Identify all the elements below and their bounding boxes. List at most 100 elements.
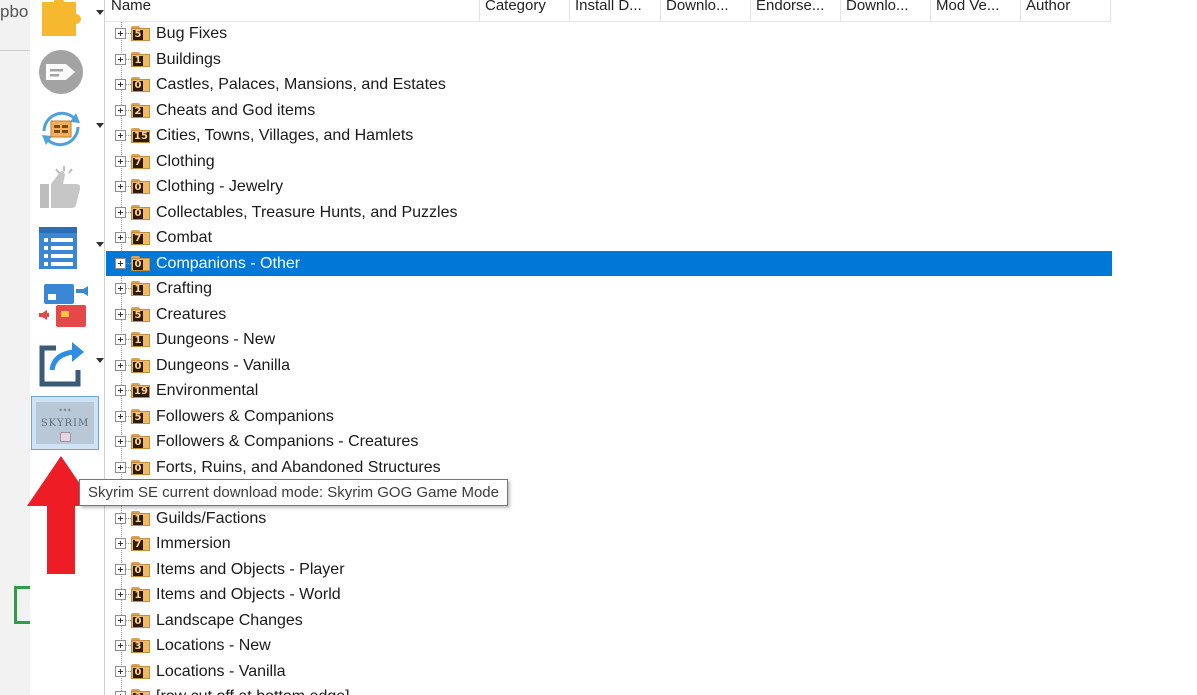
expand-plus-icon[interactable] [115,614,126,626]
expand-plus-icon[interactable] [115,538,126,549]
green-highlight-box [14,586,30,624]
category-row[interactable]: 0 Followers & Companions - Creatures [106,429,1112,455]
expand-plus-icon[interactable] [115,461,126,473]
column-header-bar: Name Category Install D... Downlo... End… [106,0,1111,22]
list-view-icon [39,227,77,269]
column-header-name[interactable]: Name [106,0,480,21]
column-header-download-1[interactable]: Downlo... [661,0,751,21]
expand-plus-icon[interactable] [115,334,126,345]
expand-plus-icon[interactable] [115,589,126,600]
category-row[interactable]: 7 Immersion [106,531,1112,557]
category-label: Clothing - Jewelry [156,178,284,195]
chevron-down-icon[interactable] [96,10,104,15]
column-header-download-2[interactable]: Downlo... [841,0,931,21]
category-tree-list[interactable]: Name Category Install D... Downlo... End… [106,0,1197,695]
category-label: Guilds/Factions [156,509,267,527]
list-view-button[interactable] [36,224,104,274]
folder-icon: 5 [128,25,151,42]
category-row[interactable]: 3 Locations - New [106,633,1112,659]
category-row[interactable]: 0 Castles, Palaces, Mansions, and Estates [106,72,1112,98]
category-label: Bug Fixes [156,25,228,42]
expand-plus-icon[interactable] [115,130,126,141]
column-header-author[interactable]: Author [1021,0,1111,21]
expand-plus-icon[interactable] [115,436,126,447]
category-row[interactable]: 0 Landscape Changes [106,608,1112,634]
expand-plus-icon[interactable] [115,28,126,39]
game-mode-button[interactable]: ◆ ◆ ◆ SKYRIM [31,396,99,450]
red-arrow-annotation [27,456,95,574]
category-row[interactable]: 1 Crafting [106,276,1112,302]
category-row[interactable]: 0 Locations - Vanilla [106,659,1112,685]
expand-plus-icon[interactable] [115,181,126,192]
category-label: Immersion [156,535,231,552]
folder-icon: 0 [128,357,151,374]
chevron-down-icon[interactable] [96,242,104,247]
category-label: Environmental [156,382,259,399]
expand-plus-icon[interactable] [115,104,126,116]
skyrim-game-mode-icon: ◆ ◆ ◆ SKYRIM [36,402,94,444]
expand-plus-icon[interactable] [115,385,126,396]
expand-plus-icon[interactable] [115,53,126,65]
expand-plus-icon[interactable] [115,257,126,269]
column-header-category[interactable]: Category [480,0,570,21]
category-row[interactable]: 0 Items and Objects - Player [106,557,1112,583]
expand-plus-icon[interactable] [115,308,126,320]
category-row[interactable]: 5 Followers & Companions [106,404,1112,430]
category-row[interactable]: 0 Companions - Other [106,250,1112,276]
sync-button[interactable] [36,105,104,155]
mod-count-badge: 1 [133,335,143,346]
category-row[interactable]: 1 Guilds/Factions [106,506,1112,532]
expand-plus-icon[interactable] [115,79,126,90]
category-label: Buildings [156,50,221,68]
chevron-down-icon[interactable] [96,123,104,128]
category-row[interactable]: 0 Clothing - Jewelry [106,174,1112,200]
expand-plus-icon[interactable] [115,640,126,651]
expand-plus-icon[interactable] [115,563,126,575]
category-label: Companions - Other [156,254,301,272]
category-row[interactable]: 19 Environmental [106,378,1112,404]
export-button[interactable] [36,340,104,390]
endorse-button[interactable] [36,162,88,212]
category-row[interactable]: ? [row cut off at bottom edge] [106,684,1112,695]
expand-plus-icon[interactable] [115,410,126,422]
vertical-toolbar: ◆ ◆ ◆ SKYRIM [30,0,105,695]
expand-plus-icon[interactable] [115,283,126,294]
transfer-button[interactable] [36,281,88,331]
mod-count-badge: 1 [133,590,143,601]
mod-count-badge: 7 [133,233,143,244]
expand-plus-icon[interactable] [115,665,126,677]
column-header-install-date[interactable]: Install D... [570,0,661,21]
expand-plus-icon[interactable] [115,512,126,524]
category-row[interactable]: 1 Buildings [106,47,1112,73]
category-row[interactable]: 7 Clothing [106,149,1112,175]
column-header-endorsement[interactable]: Endorse... [751,0,841,21]
folder-icon: 0 [128,459,151,476]
category-label: Locations - Vanilla [156,662,286,680]
tag-button[interactable] [36,48,88,98]
chevron-down-icon[interactable] [96,358,104,363]
mod-count-badge: 0 [133,564,143,576]
column-header-mod-version[interactable]: Mod Ve... [931,0,1021,21]
expand-plus-icon[interactable] [115,206,126,218]
category-row[interactable]: 5 Bug Fixes [106,21,1112,47]
mod-count-badge: 19 [133,386,149,397]
category-row[interactable]: 2 Cheats and God items [106,98,1112,124]
category-label: Followers & Companions [156,407,334,425]
category-row[interactable]: 0 Forts, Ruins, and Abandoned Structures [106,455,1112,481]
expand-plus-icon[interactable] [115,691,126,695]
category-row[interactable]: 0 Collectables, Treasure Hunts, and Puzzl… [106,200,1112,226]
category-row[interactable]: 15 Cities, Towns, Villages, and Hamlets [106,123,1112,149]
category-label: Items and Objects - Player [156,560,345,578]
category-row[interactable]: 0 Dungeons - Vanilla [106,353,1112,379]
mod-count-badge: 5 [133,29,143,40]
category-row[interactable]: 1 Items and Objects - World [106,582,1112,608]
expand-plus-icon[interactable] [115,359,126,371]
puzzle-button[interactable] [36,0,104,42]
expand-plus-icon[interactable] [115,232,126,243]
category-label: Cheats and God items [156,101,316,119]
category-row[interactable]: 7 Combat [106,225,1112,251]
expand-plus-icon[interactable] [115,155,126,167]
category-row[interactable]: 1 Dungeons - New [106,327,1112,353]
folder-icon: 0 [128,255,151,272]
category-row[interactable]: 5 Creatures [106,302,1112,328]
